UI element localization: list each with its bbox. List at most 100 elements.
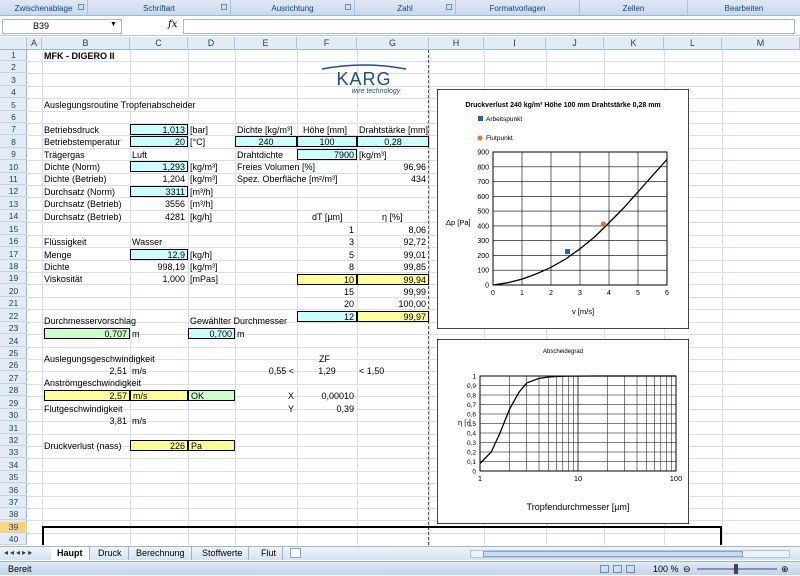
ribbon-group-styles[interactable]: Formatvorlagen bbox=[456, 0, 580, 16]
column-header[interactable]: M bbox=[722, 37, 800, 50]
table-cell[interactable]: 20 bbox=[297, 299, 357, 310]
cell-value[interactable]: Wasser bbox=[132, 237, 162, 248]
cell-unit[interactable]: [bar] bbox=[190, 125, 208, 136]
cell-unit[interactable]: [kg/h] bbox=[190, 212, 212, 223]
row-header[interactable]: 35 bbox=[0, 472, 27, 483]
cell-label[interactable]: Auslegungsgeschwindigkeit bbox=[44, 354, 155, 365]
cell-label[interactable]: Betriebstemperatur bbox=[44, 137, 121, 148]
cell-label[interactable]: Trägergas bbox=[44, 150, 85, 161]
row-header[interactable]: 28 bbox=[0, 385, 27, 396]
cell-value[interactable]: 434 bbox=[357, 174, 429, 185]
cell-value[interactable]: 2,51 bbox=[44, 366, 130, 377]
table-cell[interactable]: 99,01 bbox=[357, 250, 429, 261]
row-header[interactable]: 39 bbox=[0, 522, 27, 533]
row-header[interactable]: 5 bbox=[0, 100, 27, 111]
input-cell[interactable]: 0,28 bbox=[357, 136, 429, 147]
normal-view-icon[interactable] bbox=[600, 565, 609, 573]
dialog-launcher-icon[interactable] bbox=[446, 4, 452, 10]
cell-value[interactable]: Luft bbox=[132, 150, 147, 161]
row-header[interactable]: 4 bbox=[0, 87, 27, 98]
tab-stoffwerte[interactable]: Stoffwerte bbox=[196, 547, 250, 560]
row-header[interactable]: 1 bbox=[0, 50, 27, 61]
cell-label[interactable]: Betriebsdruck bbox=[44, 125, 99, 136]
column-header[interactable]: L bbox=[664, 37, 722, 50]
cell-unit[interactable]: [mPas] bbox=[190, 274, 218, 285]
column-header[interactable]: H bbox=[429, 37, 484, 50]
cell-unit[interactable]: m/s bbox=[132, 366, 147, 377]
row-header[interactable]: 6 bbox=[0, 112, 27, 123]
column-header[interactable]: D bbox=[188, 37, 235, 50]
cell-label[interactable]: Spez. Oberfläche [m²/m³] bbox=[237, 174, 338, 185]
ribbon-group-number[interactable]: Zahl bbox=[355, 0, 456, 16]
result-cell[interactable]: m/s bbox=[130, 390, 188, 401]
column-header[interactable]: E bbox=[235, 37, 297, 50]
table-cell[interactable]: 8,06 bbox=[357, 225, 429, 236]
row-header[interactable]: 9 bbox=[0, 149, 27, 160]
ribbon-group-font[interactable]: Schriftart bbox=[88, 0, 231, 16]
page-layout-icon[interactable] bbox=[613, 565, 622, 573]
cell-value[interactable]: 3,81 bbox=[44, 416, 130, 427]
result-cell[interactable]: 0,707 bbox=[44, 328, 130, 339]
name-box[interactable]: B39 bbox=[2, 19, 122, 34]
row-header[interactable]: 17 bbox=[0, 249, 27, 260]
cell-value[interactable]: 4281 bbox=[130, 212, 188, 223]
row-header[interactable]: 38 bbox=[0, 509, 27, 520]
row-header[interactable]: 26 bbox=[0, 360, 27, 371]
column-label[interactable]: dT [µm] bbox=[312, 212, 343, 223]
input-cell[interactable]: 20 bbox=[130, 136, 188, 147]
row-header[interactable]: 36 bbox=[0, 485, 27, 496]
row-header[interactable]: 19 bbox=[0, 273, 27, 284]
cell-value[interactable]: 96,96 bbox=[357, 162, 429, 173]
cell-unit[interactable]: [kg/m³] bbox=[359, 150, 387, 161]
row-header[interactable]: 24 bbox=[0, 336, 27, 347]
sheet-subtitle[interactable]: Auslegungsroutine Tropfenabscheider bbox=[44, 100, 196, 111]
ribbon-group-clipboard[interactable]: Zwischenablage bbox=[0, 0, 88, 16]
cell-value[interactable]: 0,55 < bbox=[235, 366, 297, 377]
cell-label[interactable]: Anströmgeschwindigkeit bbox=[44, 378, 141, 389]
row-header[interactable]: 16 bbox=[0, 236, 27, 247]
row-header[interactable]: 21 bbox=[0, 298, 27, 309]
table-cell[interactable]: 100,00 bbox=[357, 299, 429, 310]
select-all-corner[interactable] bbox=[0, 37, 27, 50]
cell-value[interactable]: 0,39 bbox=[297, 404, 357, 415]
cell-value[interactable]: 1,204 bbox=[130, 174, 188, 185]
cell-unit[interactable]: [kg/m³] bbox=[190, 262, 218, 273]
tab-berechnung[interactable]: Berechnung bbox=[130, 547, 192, 560]
cell-unit[interactable]: m/s bbox=[132, 416, 147, 427]
zoom-slider-handle[interactable] bbox=[734, 564, 738, 574]
tab-flut[interactable]: Flut bbox=[255, 547, 284, 560]
row-header[interactable]: 29 bbox=[0, 398, 27, 409]
cell-value[interactable]: 1,29 bbox=[297, 366, 357, 377]
row-header[interactable]: 33 bbox=[0, 447, 27, 458]
input-cell[interactable]: 7900 bbox=[297, 149, 357, 160]
ribbon-group-editing[interactable]: Bearbeiten bbox=[688, 0, 800, 16]
cell-value[interactable]: 1,000 bbox=[130, 274, 188, 285]
cell-unit[interactable]: m bbox=[237, 329, 245, 340]
row-header[interactable]: 18 bbox=[0, 261, 27, 272]
input-cell[interactable]: 12,9 bbox=[130, 249, 188, 260]
column-label[interactable]: η [%] bbox=[382, 212, 403, 223]
cell-unit[interactable]: [kg/m³] bbox=[190, 174, 218, 185]
row-header[interactable]: 31 bbox=[0, 423, 27, 434]
cell-label[interactable]: ZF bbox=[319, 354, 330, 365]
chart-separation-efficiency[interactable]: Abscheidegrad 1 10 100 0 0,1 0,2 0,3 0,4 0,5 0,6 0… bbox=[437, 339, 689, 524]
page-break-view-icon[interactable] bbox=[626, 565, 635, 573]
zoom-out-icon[interactable]: ⊖ bbox=[683, 562, 691, 576]
row-header[interactable]: 12 bbox=[0, 186, 27, 197]
row-header[interactable]: 32 bbox=[0, 435, 27, 446]
input-cell[interactable]: 3311 bbox=[130, 186, 188, 197]
tab-haupt[interactable]: Haupt bbox=[51, 547, 90, 560]
column-header[interactable]: I bbox=[484, 37, 546, 50]
column-label[interactable]: Dichte [kg/m³] bbox=[237, 125, 293, 136]
table-cell[interactable]: 15 bbox=[297, 287, 357, 298]
formula-input[interactable] bbox=[183, 19, 795, 34]
row-header[interactable]: 11 bbox=[0, 174, 27, 185]
input-cell[interactable]: 240 bbox=[235, 136, 297, 147]
table-cell[interactable]: 12 bbox=[297, 311, 357, 322]
cell-value[interactable]: 0,00010 bbox=[297, 391, 357, 402]
table-cell[interactable]: 8 bbox=[297, 262, 357, 273]
scrollbar-thumb[interactable] bbox=[483, 551, 743, 557]
cell-unit[interactable]: [kg/m³] bbox=[190, 162, 218, 173]
chevron-down-icon[interactable]: ▼ bbox=[110, 21, 117, 28]
cell-label[interactable]: Durchmesservorschlag bbox=[44, 316, 136, 327]
